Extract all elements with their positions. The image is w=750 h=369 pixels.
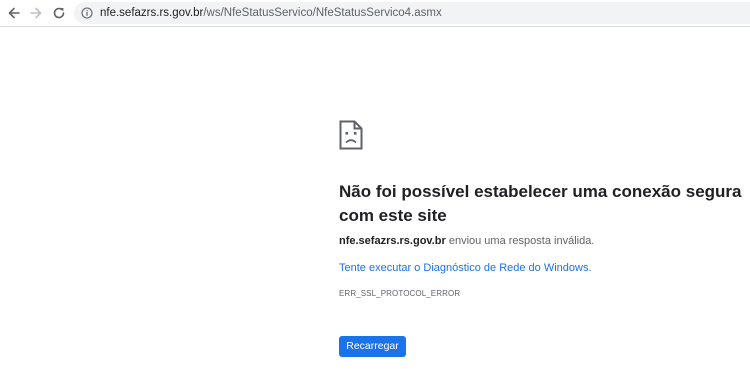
error-code: ERR_SSL_PROTOCOL_ERROR (339, 289, 461, 298)
reload-button[interactable] (50, 4, 68, 22)
error-description: nfe.sefazrs.rs.gov.br enviou uma respost… (339, 234, 594, 248)
error-host: nfe.sefazrs.rs.gov.br (339, 235, 446, 247)
forward-button[interactable] (27, 4, 45, 22)
page-title: Não foi possível estabelecer uma conexão… (339, 182, 742, 225)
network-diagnostics-link[interactable]: Tente executar o Diagnóstico de Rede do … (339, 261, 592, 275)
back-button[interactable] (5, 4, 23, 22)
reload-page-button[interactable]: Recarregar (339, 336, 406, 357)
forward-arrow-icon (30, 7, 42, 19)
browser-toolbar: nfe.sefazrs.rs.gov.br/ws/NfeStatusServic… (0, 0, 750, 27)
sad-document-icon (339, 120, 363, 150)
url-text[interactable]: nfe.sefazrs.rs.gov.br/ws/NfeStatusServic… (100, 6, 442, 20)
address-bar[interactable]: nfe.sefazrs.rs.gov.br/ws/NfeStatusServic… (74, 2, 750, 24)
info-icon[interactable] (81, 7, 93, 19)
reload-icon (53, 7, 65, 19)
error-description-text: enviou uma resposta inválida. (445, 235, 595, 247)
url-path: /ws/NfeStatusServico/NfeStatusServico4.a… (203, 7, 442, 19)
back-arrow-icon (8, 7, 20, 19)
url-host: nfe.sefazrs.rs.gov.br (100, 7, 204, 19)
